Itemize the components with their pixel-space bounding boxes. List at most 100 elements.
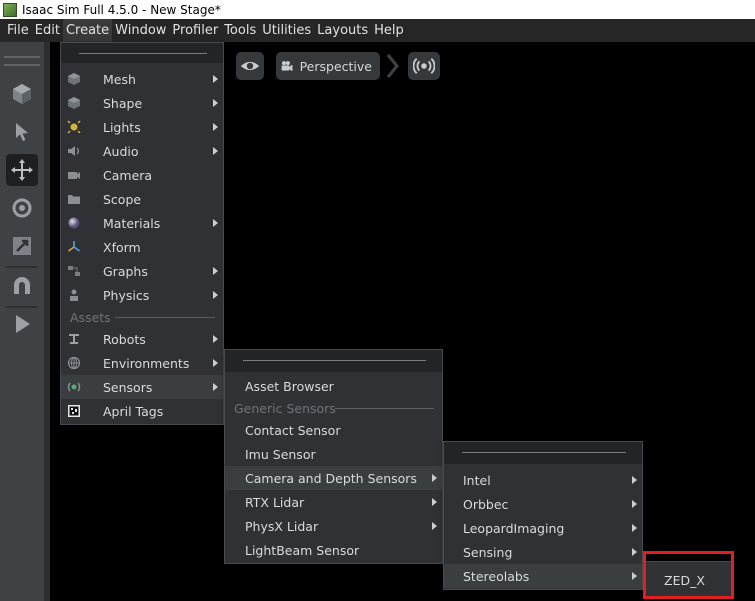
light-icon (67, 120, 81, 134)
submenu-arrow-icon (432, 522, 437, 530)
snap-button[interactable] (6, 270, 38, 302)
menu-item-contact-sensor[interactable]: Contact Sensor (225, 418, 442, 442)
move-icon (11, 159, 33, 181)
camera-icon (281, 61, 293, 72)
menu-item-xform[interactable]: Xform (61, 235, 223, 259)
submenu-arrow-icon (632, 500, 637, 508)
section-divider (335, 408, 434, 409)
submenu-arrow-icon (632, 524, 637, 532)
magnet-icon (14, 277, 30, 294)
submenu-arrow-icon (213, 219, 218, 227)
menu-item-lightbeam-sensor[interactable]: LightBeam Sensor (225, 538, 442, 562)
select-button[interactable] (6, 116, 38, 148)
menu-item-camera[interactable]: Camera (61, 163, 223, 187)
globe-icon (67, 356, 81, 370)
axes-icon (67, 240, 81, 254)
sensor-icon (67, 380, 81, 394)
toolbar-divider (6, 266, 38, 268)
submenu-arrow-icon (213, 383, 218, 391)
submenu-arrow-icon (213, 75, 218, 83)
section-assets: Assets (61, 307, 223, 327)
menu-item-sensing[interactable]: Sensing (444, 540, 642, 564)
menu-item-scope[interactable]: Scope (61, 187, 223, 211)
camera-depth-menu: Intel Orbbec LeopardImaging Sensing Ster… (443, 441, 643, 590)
menu-item-shape[interactable]: Shape (61, 91, 223, 115)
menu-item-camera-depth-sensors[interactable]: Camera and Depth Sensors (225, 466, 442, 490)
camera-icon (67, 168, 81, 182)
section-generic-sensors: Generic Sensors (225, 398, 442, 418)
menu-window[interactable]: Window (112, 19, 169, 42)
menu-item-asset-browser[interactable]: Asset Browser (225, 374, 442, 398)
rotate-button[interactable] (6, 192, 38, 224)
play-button[interactable] (6, 308, 38, 340)
menu-item-stereolabs[interactable]: Stereolabs (444, 564, 642, 588)
camera-label: Perspective (299, 58, 372, 74)
menu-item-leopardimaging[interactable]: LeopardImaging (444, 516, 642, 540)
submenu-arrow-icon (432, 498, 437, 506)
broadcast-icon (413, 58, 435, 74)
menu-header (444, 442, 642, 464)
menu-item-sensors[interactable]: Sensors (61, 375, 223, 399)
play-icon (16, 315, 30, 333)
menu-create[interactable]: Create (62, 19, 113, 42)
pointer-icon (16, 123, 28, 141)
menu-item-physx-lidar[interactable]: PhysX Lidar (225, 514, 442, 538)
menu-item-materials[interactable]: Materials (61, 211, 223, 235)
section-divider (115, 317, 215, 318)
menu-item-mesh[interactable]: Mesh (61, 67, 223, 91)
apriltag-icon (67, 404, 81, 418)
menu-item-physics[interactable]: Physics (61, 283, 223, 307)
menu-item-audio[interactable]: Audio (61, 139, 223, 163)
camera-selector[interactable]: Perspective (276, 52, 380, 80)
menu-item-environments[interactable]: Environments (61, 351, 223, 375)
visibility-button[interactable] (236, 52, 264, 80)
menu-item-robots[interactable]: Robots (61, 327, 223, 351)
menu-item-imu-sensor[interactable]: Imu Sensor (225, 442, 442, 466)
scale-button[interactable] (6, 230, 38, 262)
rotate-icon (12, 198, 32, 218)
menu-tools[interactable]: Tools (221, 19, 259, 42)
submenu-arrow-icon (213, 335, 218, 343)
submenu-arrow-icon (213, 147, 218, 155)
menu-item-graphs[interactable]: Graphs (61, 259, 223, 283)
submenu-arrow-icon (213, 359, 218, 367)
app-icon (3, 2, 17, 17)
menu-profiler[interactable]: Profiler (169, 19, 221, 42)
menu-item-april-tags[interactable]: April Tags (61, 399, 223, 423)
submenu-arrow-icon (632, 548, 637, 556)
scale-icon (13, 237, 31, 255)
menu-edit[interactable]: Edit (32, 19, 63, 42)
window-title: Isaac Sim Full 4.5.0 - New Stage* (22, 2, 221, 17)
menu-header (61, 43, 223, 63)
title-bar: Isaac Sim Full 4.5.0 - New Stage* (0, 0, 755, 19)
broadcast-button[interactable] (408, 52, 440, 80)
sphere-icon (67, 216, 81, 230)
menu-item-zed-x[interactable]: ZED_X (644, 565, 732, 595)
menu-file[interactable]: File (4, 19, 32, 42)
cube-icon (67, 72, 81, 86)
submenu-arrow-icon (213, 99, 218, 107)
menu-bar: File Edit Create Window Profiler Tools U… (0, 19, 755, 42)
menu-item-orbbec[interactable]: Orbbec (444, 492, 642, 516)
folder-icon (67, 192, 81, 206)
physics-icon (67, 288, 81, 302)
sensors-menu: Asset Browser Generic Sensors Contact Se… (224, 349, 443, 564)
eye-icon (240, 61, 260, 71)
submenu-arrow-icon (213, 291, 218, 299)
select-mode-button[interactable] (6, 78, 38, 110)
chevron-right-icon (386, 54, 399, 78)
toolbar-grip[interactable] (4, 56, 40, 66)
menu-layouts[interactable]: Layouts (314, 19, 371, 42)
left-toolbar (0, 42, 44, 601)
menu-item-intel[interactable]: Intel (444, 468, 642, 492)
create-menu: Mesh Shape Lights Audio Camera Scope Mat… (60, 42, 224, 425)
menu-utilities[interactable]: Utilities (259, 19, 314, 42)
menu-item-lights[interactable]: Lights (61, 115, 223, 139)
menu-help[interactable]: Help (371, 19, 407, 42)
move-button[interactable] (6, 154, 38, 186)
shape-icon (67, 96, 81, 110)
graph-icon (67, 264, 81, 278)
menu-header (225, 350, 442, 372)
menu-item-rtx-lidar[interactable]: RTX Lidar (225, 490, 442, 514)
speaker-icon (67, 144, 81, 158)
